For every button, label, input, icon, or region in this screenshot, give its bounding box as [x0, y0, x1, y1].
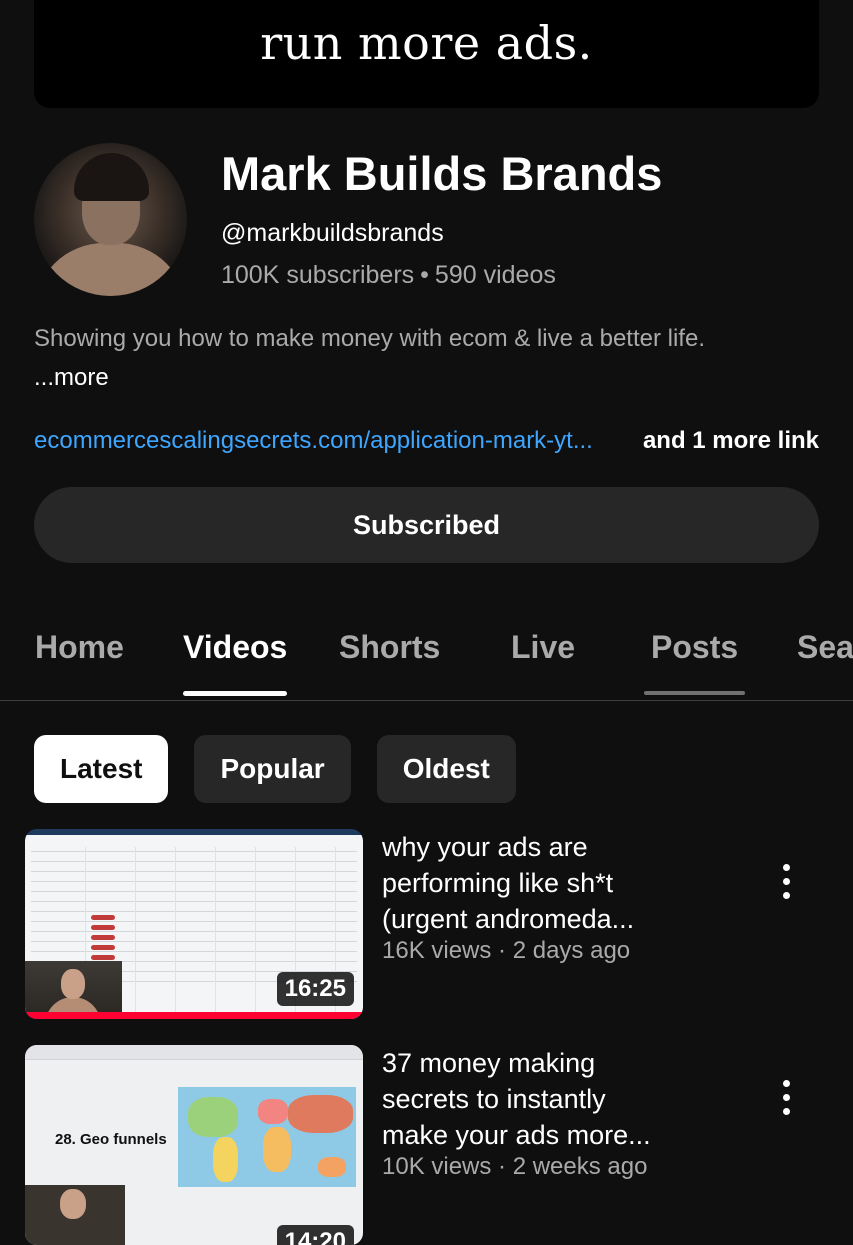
stats-separator: •: [420, 261, 429, 289]
video-duration: 14:20: [276, 1225, 354, 1245]
active-tab-indicator: [183, 691, 287, 696]
world-map-image: [178, 1087, 356, 1187]
title-line: secrets to instantly: [382, 1084, 606, 1114]
scroll-indicator: [644, 691, 745, 695]
video-title[interactable]: 37 money making secrets to instantly mak…: [382, 1045, 682, 1153]
tab-shorts[interactable]: Shorts: [339, 629, 440, 666]
subscribed-button[interactable]: Subscribed: [34, 487, 819, 563]
title-line: performing like sh*t: [382, 868, 614, 898]
video-thumbnail[interactable]: 16:25: [25, 829, 363, 1019]
channel-links: ecommercescalingsecrets.com/application-…: [34, 427, 819, 455]
banner-text: run more ads.: [260, 16, 593, 70]
video-count: 590 videos: [434, 261, 556, 289]
tab-home[interactable]: Home: [35, 629, 124, 666]
chip-latest[interactable]: Latest: [34, 735, 169, 803]
video-title[interactable]: why your ads are performing like sh*t (u…: [382, 829, 682, 937]
thumbnail-text: 28. Geo funnels: [55, 1131, 167, 1148]
channel-avatar[interactable]: [34, 143, 187, 296]
avatar-hair: [74, 153, 149, 201]
channel-tabs: Home Videos Shorts Live Posts Sea: [0, 600, 853, 701]
channel-description[interactable]: Showing you how to make money with ecom …: [34, 325, 705, 353]
watch-progress-bar: [25, 1012, 363, 1019]
more-options-icon[interactable]: [783, 864, 791, 904]
channel-handle: @markbuildsbrands: [221, 219, 444, 247]
video-item[interactable]: 16:25 why your ads are performing like s…: [25, 829, 853, 1029]
tab-posts[interactable]: Posts: [651, 629, 738, 666]
webcam-overlay: [25, 961, 122, 1019]
thumbnail-browser-bar: [25, 1045, 363, 1060]
channel-stats: 100K subscribers • 590 videos: [221, 261, 556, 290]
webcam-overlay: [25, 1185, 125, 1245]
video-item[interactable]: 28. Geo funnels 14:20 37 money making se…: [25, 1045, 853, 1245]
title-line: make your ads more...: [382, 1120, 651, 1150]
tab-live[interactable]: Live: [511, 629, 575, 666]
tab-videos[interactable]: Videos: [183, 629, 287, 666]
more-options-icon[interactable]: [783, 1080, 791, 1120]
video-meta: 10K views · 2 weeks ago: [382, 1153, 648, 1180]
channel-banner: run more ads.: [34, 0, 819, 108]
title-line: (urgent andromeda...: [382, 904, 635, 934]
avatar-shoulders: [34, 243, 187, 296]
sort-chips: Latest Popular Oldest: [34, 735, 542, 803]
video-meta: 16K views · 2 days ago: [382, 937, 631, 964]
title-line: 37 money making: [382, 1048, 596, 1078]
description-more-link[interactable]: ...more: [34, 364, 109, 392]
channel-name: Mark Builds Brands: [221, 147, 663, 200]
tab-search[interactable]: Sea: [797, 629, 853, 666]
chip-oldest[interactable]: Oldest: [376, 735, 516, 803]
subscriber-count: 100K subscribers: [221, 261, 415, 289]
more-links-button[interactable]: and 1 more link: [643, 427, 819, 455]
channel-link[interactable]: ecommercescalingsecrets.com/application-…: [34, 427, 593, 455]
chip-popular[interactable]: Popular: [194, 735, 351, 803]
video-duration: 16:25: [276, 972, 354, 1006]
video-thumbnail[interactable]: 28. Geo funnels 14:20: [25, 1045, 363, 1245]
title-line: why your ads are: [382, 832, 588, 862]
